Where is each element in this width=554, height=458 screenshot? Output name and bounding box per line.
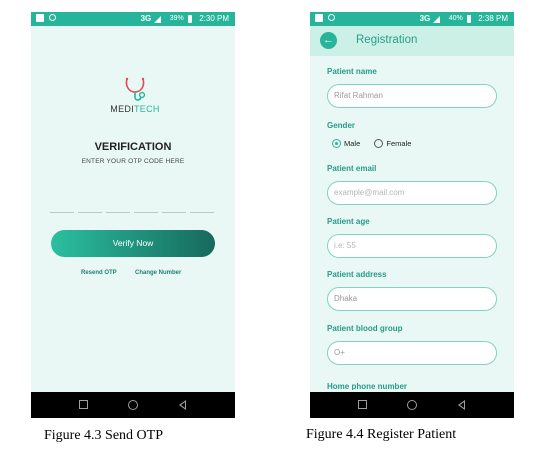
status-time: 2:30 PM — [199, 14, 229, 23]
registration-screen: 3G 40% 2:38 PM ← Registration Patient na… — [310, 12, 514, 418]
gender-label: Gender — [327, 121, 356, 130]
gender-radio-group: Male Female — [332, 138, 423, 148]
sync-notification-icon — [328, 14, 336, 21]
patient-age-input[interactable]: i.e: 55 — [327, 234, 497, 258]
battery-icon — [466, 15, 471, 23]
patient-name-label: Patient name — [327, 67, 377, 76]
patient-address-input[interactable]: Dhaka — [327, 287, 497, 311]
otp-digit-5[interactable] — [162, 212, 186, 213]
logo-text-tech: TECH — [134, 104, 160, 114]
signal-icon — [154, 15, 162, 23]
patient-email-label: Patient email — [327, 164, 377, 173]
sync-notification-icon — [49, 14, 57, 21]
home-phone-label: Home phone number — [327, 382, 408, 390]
home-icon[interactable] — [128, 400, 138, 410]
otp-input-row — [50, 212, 216, 214]
status-bar: 3G 39% 2:30 PM — [31, 12, 235, 26]
back-icon[interactable] — [458, 400, 465, 410]
change-number-link[interactable]: Change Number — [135, 270, 181, 276]
stethoscope-icon — [125, 77, 146, 101]
network-type: 3G — [140, 14, 152, 23]
otp-digit-4[interactable] — [134, 212, 158, 213]
verification-title: VERIFICATION — [94, 141, 172, 153]
network-type: 3G — [419, 14, 431, 23]
figure-caption-send-otp: Figure 4.3 Send OTP — [44, 428, 163, 443]
battery-percent: 39% — [169, 15, 184, 22]
resend-otp-link[interactable]: Resend OTP — [81, 270, 117, 276]
female-label: Female — [386, 138, 412, 148]
otp-digit-1[interactable] — [50, 212, 74, 213]
recents-icon[interactable] — [358, 400, 367, 409]
male-label: Male — [344, 138, 361, 148]
back-arrow-button[interactable]: ← — [320, 32, 337, 49]
android-nav-bar — [31, 392, 235, 418]
otp-digit-6[interactable] — [190, 212, 214, 213]
battery-percent: 40% — [448, 15, 463, 22]
battery-icon — [187, 15, 192, 23]
patient-email-input[interactable]: example@mail.com — [327, 181, 497, 205]
patient-address-label: Patient address — [327, 270, 387, 279]
app-bar: ← Registration — [310, 26, 514, 56]
otp-digit-3[interactable] — [106, 212, 130, 213]
image-notification-icon — [315, 14, 323, 22]
male-radio[interactable] — [332, 138, 341, 148]
logo-text-medi: MEDI — [110, 104, 134, 114]
blood-group-label: Patient blood group — [327, 324, 403, 333]
status-time: 2:38 PM — [478, 14, 508, 23]
android-nav-bar — [310, 392, 514, 418]
verification-subtitle: ENTER YOUR OTP CODE HERE — [81, 158, 185, 165]
figure-caption-register-patient: Figure 4.4 Register Patient — [306, 427, 457, 442]
meditech-logo: MEDITECH — [107, 76, 163, 120]
recents-icon[interactable] — [79, 400, 88, 409]
patient-age-label: Patient age — [327, 217, 370, 226]
page-title: Registration — [356, 34, 418, 46]
home-icon[interactable] — [407, 400, 417, 410]
verify-now-button[interactable]: Verify Now — [51, 230, 215, 257]
signal-icon — [433, 15, 441, 23]
patient-name-input[interactable]: Rifat Rahman — [327, 84, 497, 108]
image-notification-icon — [36, 14, 44, 22]
otp-digit-2[interactable] — [78, 212, 102, 213]
blood-group-input[interactable]: O+ — [327, 341, 497, 365]
otp-screen: 3G 39% 2:30 PM MEDITECH VERIFICATION ENT… — [31, 12, 235, 418]
back-icon[interactable] — [179, 400, 186, 410]
status-bar: 3G 40% 2:38 PM — [310, 12, 514, 26]
female-radio[interactable] — [374, 138, 384, 148]
